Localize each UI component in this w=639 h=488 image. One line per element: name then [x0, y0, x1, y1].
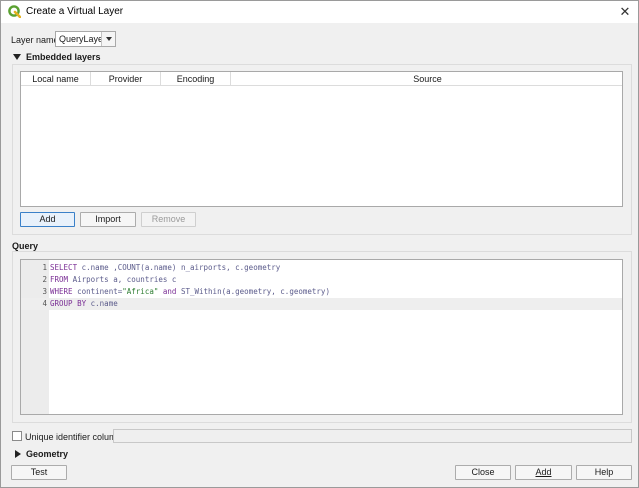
- sql-identifier: Airports a, countries c: [68, 275, 177, 284]
- line-number: 4: [42, 299, 47, 308]
- geometry-header[interactable]: Geometry: [26, 449, 68, 459]
- sql-keyword: WHERE: [50, 287, 73, 296]
- close-button[interactable]: Close: [455, 465, 511, 480]
- code-line[interactable]: 2 FROM Airports a, countries c: [21, 274, 622, 286]
- help-button[interactable]: Help: [576, 465, 632, 480]
- unique-id-field[interactable]: [113, 429, 632, 443]
- close-icon[interactable]: ✕: [612, 1, 638, 23]
- code-text: WHERE continent="Africa" and ST_Within(a…: [50, 286, 330, 298]
- qgis-logo-icon: [8, 5, 21, 18]
- line-number: 3: [42, 287, 47, 296]
- sql-keyword: and: [162, 287, 177, 296]
- code-text: FROM Airports a, countries c: [50, 274, 176, 286]
- line-number: 1: [42, 263, 47, 272]
- query-header: Query: [12, 241, 39, 251]
- column-encoding[interactable]: Encoding: [161, 72, 231, 86]
- sql-keyword: FROM: [50, 275, 69, 284]
- embedded-layers-header[interactable]: Embedded layers: [26, 52, 101, 62]
- unique-id-label: Unique identifier column: [25, 432, 122, 442]
- layer-name-combobox[interactable]: QueryLayer: [55, 31, 116, 47]
- sql-keyword: GROUP BY: [50, 299, 87, 308]
- query-editor[interactable]: 1 SELECT c.name ,COUNT(a.name) n_airports…: [20, 259, 623, 415]
- embedded-layers-table[interactable]: Local name Provider Encoding Source: [20, 71, 623, 207]
- title-bar: Create a Virtual Layer ✕: [1, 1, 638, 23]
- unique-id-checkbox[interactable]: [12, 431, 22, 441]
- sql-keyword: SELECT: [50, 263, 78, 272]
- sql-identifier: c.name ,COUNT(a.name) n_airports, c.geom…: [77, 263, 281, 272]
- virtual-layer-dialog: Create a Virtual Layer ✕ Layer name Quer…: [0, 0, 639, 488]
- collapse-embedded-icon[interactable]: [13, 54, 21, 60]
- code-line[interactable]: 3 WHERE continent="Africa" and ST_Within(…: [21, 286, 622, 298]
- chevron-down-icon[interactable]: [101, 32, 115, 46]
- sql-identifier: c.name: [86, 299, 118, 308]
- remove-layer-button[interactable]: Remove: [141, 212, 196, 227]
- add-layer-button[interactable]: Add: [20, 212, 75, 227]
- sql-identifier: continent=: [72, 287, 123, 296]
- column-source[interactable]: Source: [231, 72, 624, 86]
- code-line[interactable]: 1 SELECT c.name ,COUNT(a.name) n_airports…: [21, 262, 622, 274]
- expand-geometry-icon[interactable]: [15, 450, 21, 458]
- test-button[interactable]: Test: [11, 465, 67, 480]
- layer-name-label: Layer name: [11, 35, 59, 45]
- window-title: Create a Virtual Layer: [26, 6, 124, 17]
- sql-identifier: ST_Within(a.geometry, c.geometry): [176, 287, 330, 296]
- column-provider[interactable]: Provider: [91, 72, 161, 86]
- code-text: SELECT c.name ,COUNT(a.name) n_airports,…: [50, 262, 280, 274]
- table-header: Local name Provider Encoding Source: [21, 72, 622, 86]
- column-local-name[interactable]: Local name: [21, 72, 91, 86]
- add-button[interactable]: Add: [515, 465, 572, 480]
- code-text: GROUP BY c.name: [50, 298, 118, 310]
- sql-string: "Africa": [122, 287, 159, 296]
- line-number: 2: [42, 275, 47, 284]
- import-layer-button[interactable]: Import: [80, 212, 136, 227]
- code-line[interactable]: 4 GROUP BY c.name: [21, 298, 622, 310]
- layer-name-value: QueryLayer: [59, 34, 107, 44]
